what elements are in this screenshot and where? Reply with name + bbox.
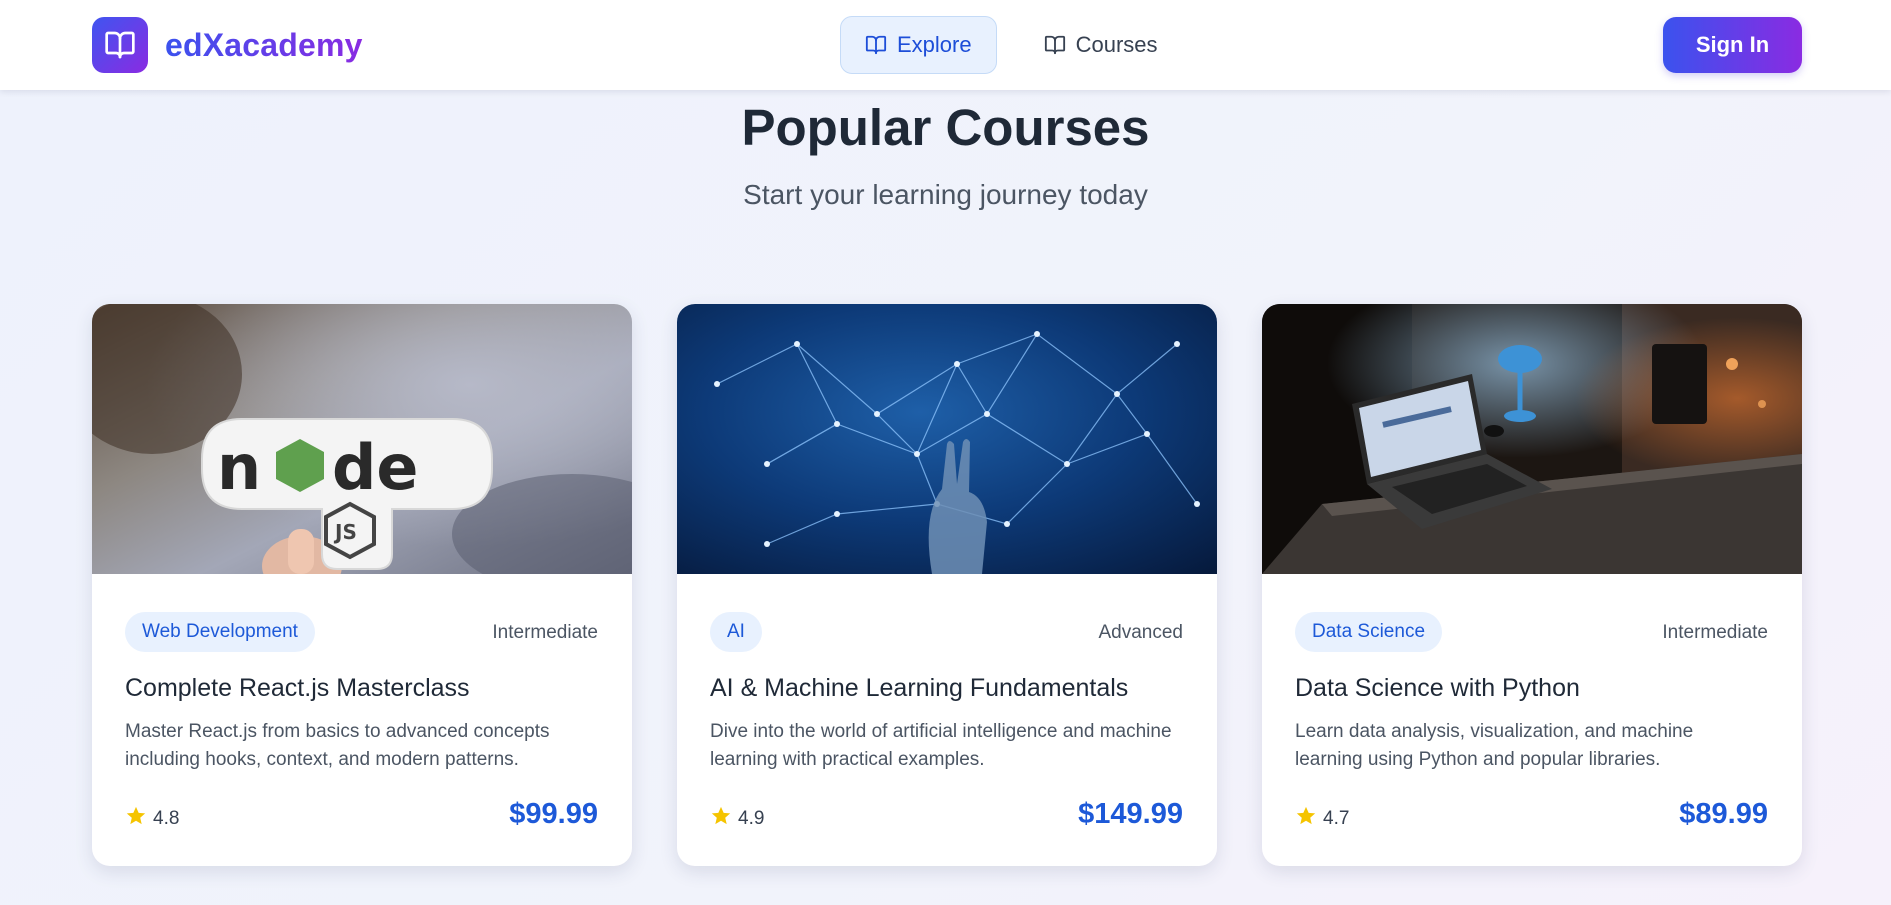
- course-rating: 4.8: [125, 805, 179, 833]
- nav-courses-label: Courses: [1075, 32, 1158, 57]
- course-card-react[interactable]: n de JS Web Development Intermediate Com…: [92, 304, 632, 866]
- main-nav: Explore Courses: [840, 16, 1183, 74]
- star-icon: [125, 805, 147, 833]
- brand-name: edXacademy: [165, 26, 363, 63]
- sign-in-button[interactable]: Sign In: [1663, 17, 1802, 73]
- course-title: Data Science with Python: [1295, 674, 1580, 702]
- course-card-python[interactable]: Data Science Intermediate Data Science w…: [1262, 304, 1802, 866]
- course-description: Learn data analysis, visualization, and …: [1295, 721, 1694, 770]
- svg-text:de: de: [332, 431, 418, 504]
- nav-explore[interactable]: Explore: [840, 16, 997, 74]
- svg-text:JS: JS: [333, 520, 357, 544]
- brand-logo[interactable]: edXacademy: [92, 17, 363, 73]
- top-navbar: edXacademy Explore Courses Sign In: [0, 0, 1891, 90]
- star-icon: [710, 805, 732, 833]
- page-subtitle: Start your learning journey today: [743, 179, 1148, 210]
- nav-courses[interactable]: Courses: [1019, 16, 1183, 74]
- course-card-body: AI Advanced AI & Machine Learning Fundam…: [710, 608, 1183, 866]
- course-price: $89.99: [1679, 798, 1768, 830]
- category-badge: Web Development: [125, 612, 315, 652]
- book-open-icon: [1044, 34, 1066, 56]
- course-description: Master React.js from basics to advanced …: [125, 721, 550, 770]
- page-title: Popular Courses: [741, 99, 1150, 156]
- book-open-icon: [92, 17, 148, 73]
- course-rating: 4.9: [710, 805, 764, 833]
- course-image-nodejs: n de JS: [92, 304, 632, 574]
- course-card-ai[interactable]: AI Advanced AI & Machine Learning Fundam…: [677, 304, 1217, 866]
- level-label: Intermediate: [1662, 622, 1768, 643]
- star-icon: [1295, 805, 1317, 833]
- category-badge: Data Science: [1295, 612, 1443, 652]
- level-label: Intermediate: [492, 622, 598, 643]
- course-rating: 4.7: [1295, 805, 1349, 833]
- course-card-body: Data Science Intermediate Data Science w…: [1295, 608, 1768, 866]
- category-badge: AI: [710, 612, 762, 652]
- course-title: AI & Machine Learning Fundamentals: [710, 674, 1129, 702]
- course-price: $99.99: [509, 798, 598, 830]
- rating-value: 4.9: [738, 808, 765, 829]
- course-price: $149.99: [1078, 798, 1183, 830]
- nav-explore-label: Explore: [897, 32, 972, 57]
- course-title: Complete React.js Masterclass: [125, 674, 470, 702]
- rating-value: 4.7: [1323, 808, 1350, 829]
- svg-text:n: n: [217, 431, 261, 504]
- level-label: Advanced: [1098, 622, 1183, 643]
- course-card-body: Web Development Intermediate Complete Re…: [125, 608, 598, 866]
- rating-value: 4.8: [153, 808, 180, 829]
- book-open-icon: [865, 34, 887, 56]
- course-image-ai: [677, 304, 1217, 574]
- course-image-laptop: [1262, 304, 1802, 574]
- course-description: Dive into the world of artificial intell…: [710, 721, 1172, 770]
